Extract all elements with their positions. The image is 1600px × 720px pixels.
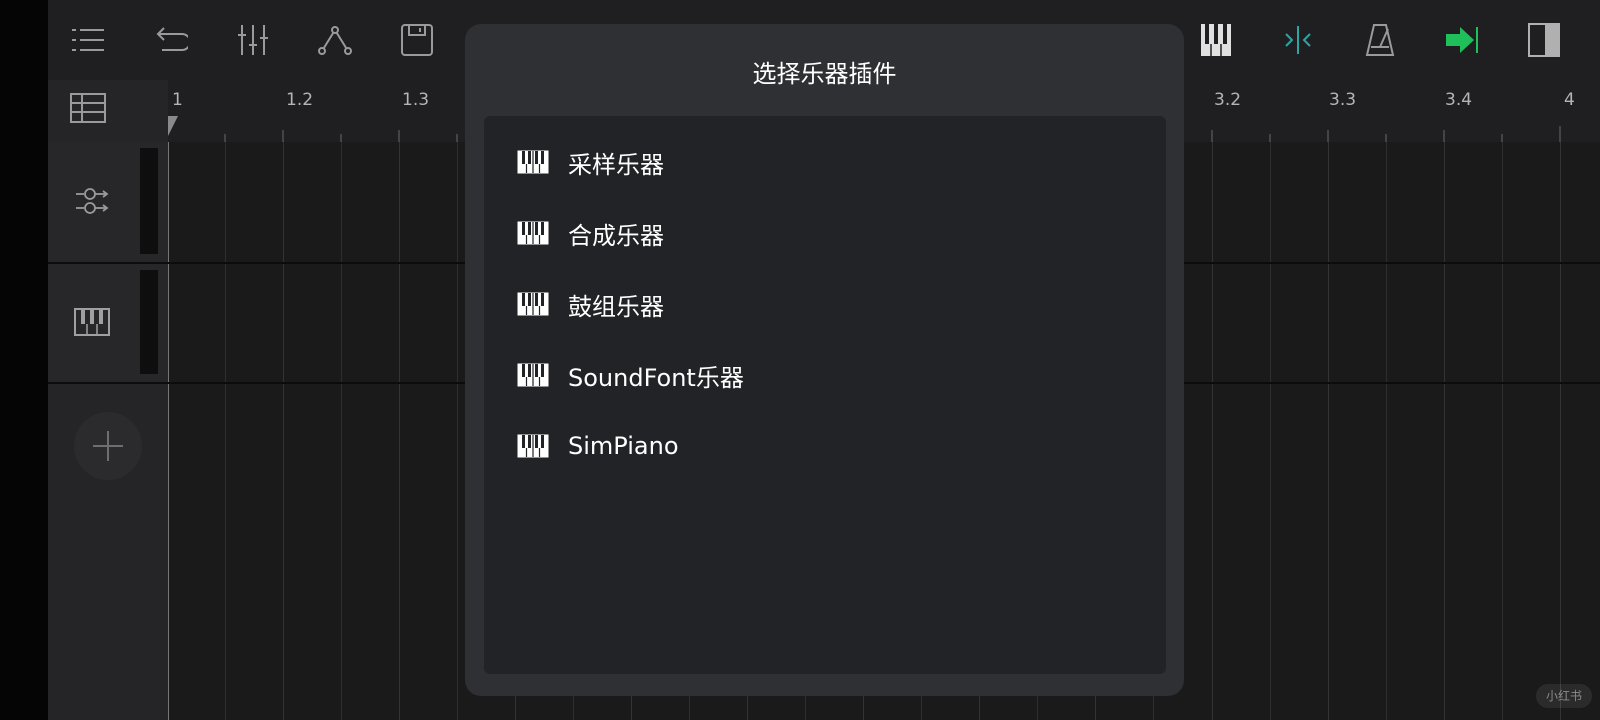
plugin-item-soundfont[interactable]: SoundFont乐器 bbox=[484, 345, 1166, 405]
grid-line bbox=[457, 142, 458, 720]
piano-icon bbox=[517, 363, 551, 387]
mixer-button[interactable] bbox=[229, 16, 277, 64]
piano-icon bbox=[517, 221, 551, 245]
mixer-icon bbox=[238, 25, 268, 55]
grid-line bbox=[1212, 142, 1213, 720]
undo-icon bbox=[156, 27, 188, 51]
plugin-item-label: SoundFont乐器 bbox=[568, 363, 744, 392]
aux-track-header[interactable] bbox=[48, 142, 168, 264]
automation-icon bbox=[318, 26, 352, 55]
menu-button[interactable] bbox=[64, 16, 112, 64]
aux-track-icon bbox=[74, 186, 110, 220]
grid-line bbox=[1444, 142, 1445, 720]
plugin-list: 采样乐器 合成乐器 鼓组乐器 SoundFont乐器 SimPiano bbox=[484, 116, 1166, 674]
watermark-logo: 小红书 bbox=[1536, 684, 1592, 708]
grid-line bbox=[1270, 142, 1271, 720]
plugin-item-label: SimPiano bbox=[568, 432, 679, 460]
grid-line bbox=[1560, 142, 1561, 720]
plugin-item-label: 合成乐器 bbox=[568, 221, 664, 250]
metronome-icon bbox=[1365, 24, 1395, 56]
plugin-item-simpiano[interactable]: SimPiano bbox=[484, 416, 1166, 476]
track-list-icon bbox=[70, 93, 106, 123]
plugin-item-sampler[interactable]: 采样乐器 bbox=[484, 132, 1166, 192]
metronome-button[interactable] bbox=[1356, 16, 1404, 64]
instrument-track-header[interactable] bbox=[48, 264, 168, 384]
instrument-plugin-dialog: 选择乐器插件 采样乐器 合成乐器 鼓组乐器 SoundFont乐器 SimPia… bbox=[465, 24, 1184, 696]
dialog-title: 选择乐器插件 bbox=[752, 60, 897, 88]
panel-toggle-button[interactable] bbox=[1520, 16, 1568, 64]
piano-icon bbox=[517, 434, 551, 458]
piano-icon bbox=[517, 292, 551, 316]
grid-line bbox=[341, 142, 342, 720]
snap-button[interactable] bbox=[1274, 16, 1322, 64]
go-to-end-icon bbox=[1446, 27, 1478, 53]
grid-line bbox=[225, 142, 226, 720]
save-icon bbox=[401, 24, 433, 56]
plugin-item-label: 鼓组乐器 bbox=[568, 292, 664, 321]
grid-line bbox=[1386, 142, 1387, 720]
instrument-track-level-meter bbox=[140, 270, 158, 374]
piano-keys-icon bbox=[1201, 24, 1231, 56]
panel-toggle-icon bbox=[1528, 23, 1560, 57]
undo-button[interactable] bbox=[146, 16, 194, 64]
add-track-button[interactable] bbox=[74, 412, 142, 480]
grid-line bbox=[1502, 142, 1503, 720]
plugin-item-label: 采样乐器 bbox=[568, 150, 664, 179]
add-icon bbox=[93, 431, 123, 461]
piano-roll-button[interactable] bbox=[1192, 16, 1240, 64]
snap-icon bbox=[1285, 26, 1311, 54]
grid-line bbox=[283, 142, 284, 720]
piano-icon bbox=[517, 150, 551, 174]
playhead bbox=[168, 142, 169, 720]
plugin-item-synth[interactable]: 合成乐器 bbox=[484, 203, 1166, 263]
go-to-end-button[interactable] bbox=[1438, 16, 1486, 64]
automation-button[interactable] bbox=[311, 16, 359, 64]
menu-icon bbox=[72, 29, 104, 51]
aux-track-level-meter bbox=[140, 148, 158, 254]
plugin-item-drum-kit[interactable]: 鼓组乐器 bbox=[484, 274, 1166, 334]
save-button[interactable] bbox=[393, 16, 441, 64]
left-system-strip bbox=[0, 0, 48, 720]
grid-line bbox=[1328, 142, 1329, 720]
instrument-track-icon bbox=[74, 308, 110, 340]
grid-line bbox=[399, 142, 400, 720]
track-list-view-button[interactable] bbox=[68, 90, 108, 126]
